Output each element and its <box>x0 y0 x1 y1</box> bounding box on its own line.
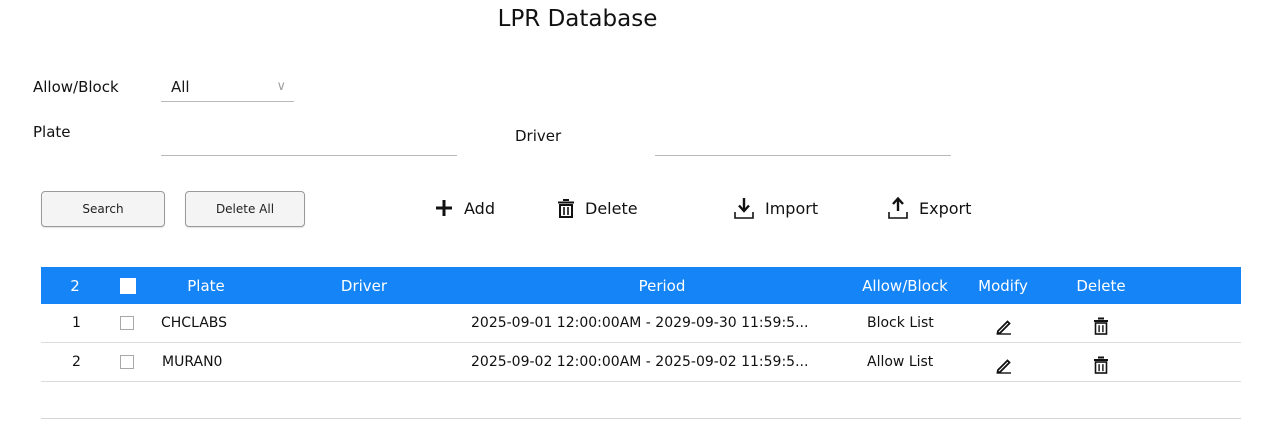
trash-icon <box>557 198 575 218</box>
plus-icon <box>434 198 454 218</box>
allow-block-select[interactable]: All ∨ <box>161 73 294 102</box>
table-empty-row <box>41 382 1241 418</box>
row-allow-block: Block List <box>867 315 934 331</box>
table-header: 2 Plate Driver Period Allow/Block Modify… <box>41 267 1241 304</box>
allow-block-label: Allow/Block <box>33 78 119 96</box>
header-period[interactable]: Period <box>467 267 857 304</box>
import-label: Import <box>765 198 819 218</box>
row-period: 2025-09-01 12:00:00AM - 2029-09-30 11:59… <box>471 315 809 331</box>
export-label: Export <box>919 198 972 218</box>
header-delete: Delete <box>1076 276 1126 295</box>
row-select-cell <box>120 343 134 381</box>
delete-label: Delete <box>585 198 638 218</box>
row-checkbox[interactable] <box>120 316 134 330</box>
page-title: LPR Database <box>497 6 658 32</box>
import-button[interactable]: Import <box>733 194 818 222</box>
driver-field-wrapper <box>655 127 955 157</box>
plate-input[interactable] <box>161 127 461 157</box>
trash-icon[interactable] <box>1093 346 1111 384</box>
search-button[interactable]: Search <box>41 191 165 227</box>
row-allow-block: Allow List <box>867 354 934 370</box>
plate-field-wrapper <box>161 127 461 157</box>
trash-icon[interactable] <box>1093 307 1111 345</box>
table-row[interactable]: 1 CHCLABS 2025-09-01 12:00:00AM - 2029-0… <box>41 304 1241 343</box>
upload-icon <box>887 196 909 220</box>
header-plate[interactable]: Plate <box>169 267 243 304</box>
row-index: 1 <box>72 315 81 331</box>
plate-label: Plate <box>33 123 71 141</box>
header-count: 2 <box>70 276 80 295</box>
chevron-down-icon: ∨ <box>276 79 286 94</box>
row-index: 2 <box>72 354 81 370</box>
row-plate: MURAN0 <box>162 354 223 370</box>
header-select-cell <box>119 267 137 304</box>
delete-all-button[interactable]: Delete All <box>185 191 305 227</box>
driver-input[interactable] <box>655 127 955 157</box>
row-plate: CHCLABS <box>161 315 228 331</box>
driver-label: Driver <box>515 127 562 145</box>
header-modify: Modify <box>978 276 1028 295</box>
row-period: 2025-09-02 12:00:00AM - 2025-09-02 11:59… <box>471 354 809 370</box>
row-select-cell <box>120 304 134 342</box>
header-allow-block[interactable]: Allow/Block <box>855 267 955 304</box>
table-row[interactable]: 2 MURAN0 2025-09-02 12:00:00AM - 2025-09… <box>41 343 1241 382</box>
select-all-checkbox[interactable] <box>120 277 136 294</box>
pencil-icon[interactable] <box>995 307 1015 345</box>
pencil-icon[interactable] <box>995 346 1015 384</box>
lpr-table: 2 Plate Driver Period Allow/Block Modify… <box>41 267 1241 419</box>
row-checkbox[interactable] <box>120 355 134 369</box>
add-label: Add <box>464 198 495 218</box>
add-button[interactable]: Add <box>434 194 495 222</box>
download-icon <box>733 196 755 220</box>
delete-button[interactable]: Delete <box>557 194 638 222</box>
export-button[interactable]: Export <box>887 194 971 222</box>
header-driver[interactable]: Driver <box>329 267 399 304</box>
allow-block-selected-value: All <box>171 78 190 96</box>
